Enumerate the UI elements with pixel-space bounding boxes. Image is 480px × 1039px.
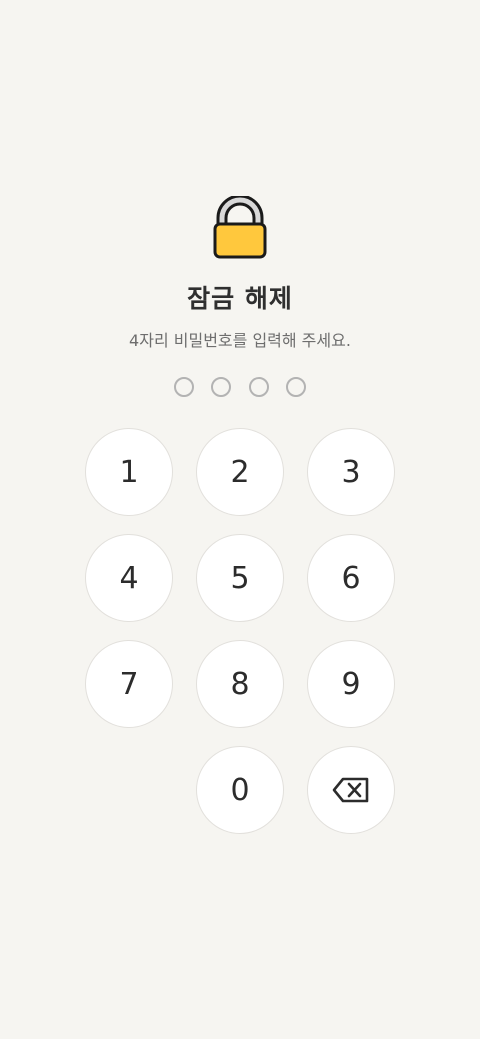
key-6[interactable]: 6	[307, 534, 395, 622]
key-4[interactable]: 4	[85, 534, 173, 622]
backspace-button[interactable]	[307, 746, 395, 834]
key-3[interactable]: 3	[307, 428, 395, 516]
backspace-icon	[332, 777, 369, 803]
key-0[interactable]: 0	[196, 746, 284, 834]
instruction-text: 4자리 비밀번호를 입력해 주세요.	[129, 331, 351, 350]
pin-dot	[174, 377, 194, 397]
key-7[interactable]: 7	[85, 640, 173, 728]
page-title: 잠금 해제	[187, 284, 293, 313]
key-1[interactable]: 1	[85, 428, 173, 516]
pin-dot	[211, 377, 232, 397]
key-2[interactable]: 2	[196, 428, 284, 516]
padlock-icon	[213, 196, 267, 259]
key-9[interactable]: 9	[307, 640, 395, 728]
pin-dot	[248, 377, 269, 397]
pin-indicator	[174, 377, 306, 398]
pin-dot	[285, 377, 306, 397]
lock-screen: 잠금 해제 4자리 비밀번호를 입력해 주세요. 1 2 3 4 5 6 7 8…	[0, 0, 480, 1039]
key-8[interactable]: 8	[196, 640, 284, 728]
key-5[interactable]: 5	[196, 534, 284, 622]
